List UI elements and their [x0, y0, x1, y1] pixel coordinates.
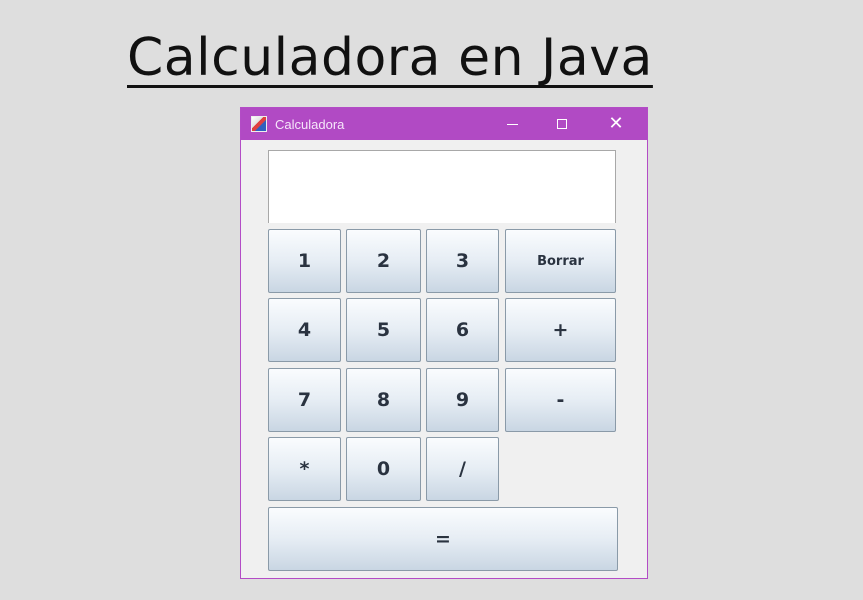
divide-button[interactable]: /	[426, 437, 499, 501]
key-3-button[interactable]: 3	[426, 229, 499, 293]
key-1-button[interactable]: 1	[268, 229, 341, 293]
multiply-button[interactable]: *	[268, 437, 341, 501]
window-title: Calculadora	[275, 116, 345, 132]
minus-button[interactable]: -	[505, 368, 616, 432]
title-bar[interactable]: Calculadora ✕	[241, 108, 647, 140]
plus-button[interactable]: +	[505, 298, 616, 362]
maximize-button[interactable]	[539, 108, 585, 140]
key-4-button[interactable]: 4	[268, 298, 341, 362]
equals-button[interactable]: =	[268, 507, 618, 571]
close-button[interactable]: ✕	[593, 108, 639, 140]
key-9-button[interactable]: 9	[426, 368, 499, 432]
key-5-button[interactable]: 5	[346, 298, 421, 362]
minimize-button[interactable]	[489, 108, 535, 140]
close-icon: ✕	[608, 113, 624, 134]
key-2-button[interactable]: 2	[346, 229, 421, 293]
maximize-icon	[557, 119, 567, 129]
page-heading: Calculadora en Java	[127, 28, 653, 88]
key-6-button[interactable]: 6	[426, 298, 499, 362]
key-0-button[interactable]: 0	[346, 437, 421, 501]
display-field[interactable]	[268, 150, 616, 223]
minimize-icon	[506, 123, 518, 125]
java-cup-icon	[251, 116, 267, 132]
key-8-button[interactable]: 8	[346, 368, 421, 432]
key-7-button[interactable]: 7	[268, 368, 341, 432]
clear-button[interactable]: Borrar	[505, 229, 616, 293]
calculator-window: Calculadora ✕ 1 2 3 Borrar 4 5 6 + 7 8 9…	[240, 107, 648, 579]
